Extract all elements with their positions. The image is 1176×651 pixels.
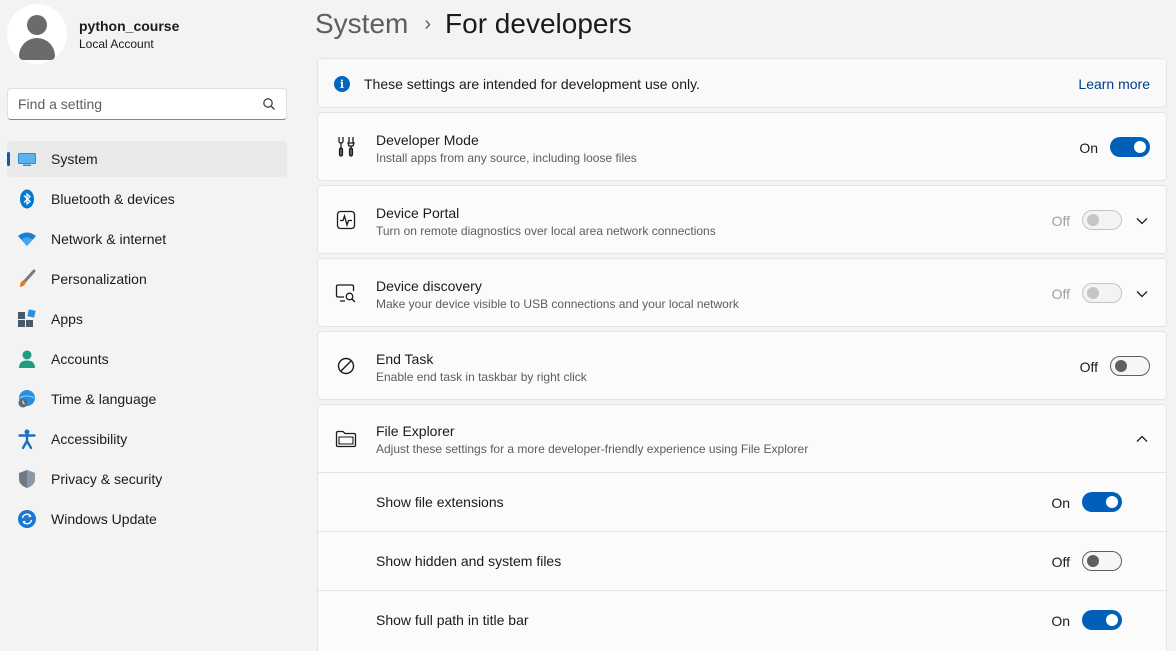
toggle-state-label: On — [1079, 140, 1098, 156]
shield-icon — [17, 469, 37, 489]
update-icon — [17, 509, 37, 529]
user-profile[interactable]: python_course Local Account — [7, 4, 179, 64]
setting-file-explorer: File Explorer Adjust these settings for … — [317, 404, 1167, 651]
device-discovery-icon — [334, 281, 358, 305]
brush-icon — [17, 269, 37, 289]
option-label: Show file extensions — [376, 494, 504, 510]
sidebar-item-label: Privacy & security — [51, 471, 163, 487]
toggle-state-label: On — [1051, 613, 1070, 629]
file-explorer-option: Show full path in title bar On — [318, 590, 1166, 648]
user-name: python_course — [79, 17, 180, 34]
setting-device-discovery[interactable]: Device discovery Make your device visibl… — [317, 258, 1167, 327]
tools-icon — [334, 135, 358, 159]
sidebar-item-label: Windows Update — [51, 511, 157, 527]
setting-description: Install apps from any source, including … — [376, 151, 637, 165]
developer-mode-toggle[interactable] — [1110, 137, 1150, 157]
sidebar-item-windows-update[interactable]: Windows Update — [7, 501, 287, 537]
sidebar-item-label: Accounts — [51, 351, 109, 367]
setting-title: Developer Mode — [376, 132, 479, 148]
bluetooth-icon — [17, 189, 37, 209]
setting-description: Make your device visible to USB connecti… — [376, 297, 739, 311]
show-hidden-files-toggle[interactable] — [1082, 551, 1122, 571]
device-discovery-toggle[interactable] — [1082, 283, 1122, 303]
setting-end-task: End Task Enable end task in taskbar by r… — [317, 331, 1167, 400]
learn-more-link[interactable]: Learn more — [1078, 76, 1150, 92]
person-icon — [17, 349, 37, 369]
page-title: For developers — [445, 8, 632, 39]
monitor-icon — [17, 149, 37, 169]
toggle-state-label: On — [1051, 495, 1070, 511]
search-box[interactable] — [7, 88, 287, 120]
setting-description: Adjust these settings for a more develop… — [376, 442, 809, 456]
account-type: Local Account — [79, 36, 154, 51]
breadcrumb-parent[interactable]: System — [315, 8, 408, 40]
sidebar-item-system[interactable]: System — [7, 141, 287, 177]
wifi-icon — [17, 229, 37, 249]
sidebar-item-accounts[interactable]: Accounts — [7, 341, 287, 377]
globe-clock-icon — [17, 389, 37, 409]
chevron-up-icon[interactable] — [1134, 431, 1150, 447]
setting-title: End Task — [376, 351, 434, 367]
toggle-state-label: Off — [1079, 359, 1098, 375]
pulse-icon — [334, 208, 358, 232]
setting-description: Enable end task in taskbar by right clic… — [376, 370, 587, 384]
sidebar-item-label: System — [51, 151, 98, 167]
toggle-state-label: Off — [1051, 554, 1070, 570]
sidebar-item-label: Personalization — [51, 271, 147, 287]
breadcrumb-separator: › — [424, 12, 432, 35]
setting-device-portal[interactable]: Device Portal Turn on remote diagnostics… — [317, 185, 1167, 254]
setting-title: File Explorer — [376, 423, 455, 439]
accessibility-icon — [17, 429, 37, 449]
sidebar-item-time-language[interactable]: Time & language — [7, 381, 287, 417]
setting-title: Device discovery — [376, 278, 482, 294]
setting-description: Turn on remote diagnostics over local ar… — [376, 224, 716, 238]
setting-title: Device Portal — [376, 205, 460, 221]
avatar[interactable] — [7, 4, 67, 64]
search-input[interactable] — [18, 96, 262, 112]
sidebar-item-label: Apps — [51, 311, 83, 327]
file-explorer-header[interactable]: File Explorer Adjust these settings for … — [318, 405, 1166, 472]
prohibited-icon — [334, 354, 358, 378]
info-banner: i These settings are intended for develo… — [317, 58, 1167, 108]
setting-developer-mode: Developer Mode Install apps from any sou… — [317, 112, 1167, 181]
end-task-toggle[interactable] — [1110, 356, 1150, 376]
info-icon: i — [334, 76, 350, 92]
info-text: These settings are intended for developm… — [364, 76, 700, 92]
chevron-down-icon[interactable] — [1134, 213, 1150, 229]
sidebar-item-network[interactable]: Network & internet — [7, 221, 287, 257]
sidebar-item-label: Accessibility — [51, 431, 128, 447]
sidebar-item-apps[interactable]: Apps — [7, 301, 287, 337]
show-file-extensions-toggle[interactable] — [1082, 492, 1122, 512]
search-icon[interactable] — [262, 97, 276, 111]
sidebar-item-personalization[interactable]: Personalization — [7, 261, 287, 297]
file-explorer-option: Show file extensions On — [318, 472, 1166, 530]
sidebar-item-label: Bluetooth & devices — [51, 191, 175, 207]
toggle-state-label: Off — [1051, 213, 1070, 229]
sidebar: python_course Local Account System Bluet… — [0, 0, 300, 651]
file-explorer-option: Show hidden and system files Off — [318, 531, 1166, 589]
sidebar-item-label: Network & internet — [51, 231, 167, 247]
sidebar-item-label: Time & language — [51, 391, 157, 407]
option-label: Show hidden and system files — [376, 553, 562, 569]
device-portal-toggle[interactable] — [1082, 210, 1122, 230]
show-full-path-toggle[interactable] — [1082, 610, 1122, 630]
folder-icon — [334, 427, 358, 451]
sidebar-item-privacy-security[interactable]: Privacy & security — [7, 461, 287, 497]
apps-icon — [17, 309, 37, 329]
chevron-down-icon[interactable] — [1134, 286, 1150, 302]
toggle-state-label: Off — [1051, 286, 1070, 302]
option-label: Show full path in title bar — [376, 612, 529, 628]
sidebar-item-bluetooth[interactable]: Bluetooth & devices — [7, 181, 287, 217]
breadcrumb: System › For developers — [315, 4, 632, 44]
sidebar-item-accessibility[interactable]: Accessibility — [7, 421, 287, 457]
sidebar-nav: System Bluetooth & devices Network & int… — [7, 141, 287, 541]
